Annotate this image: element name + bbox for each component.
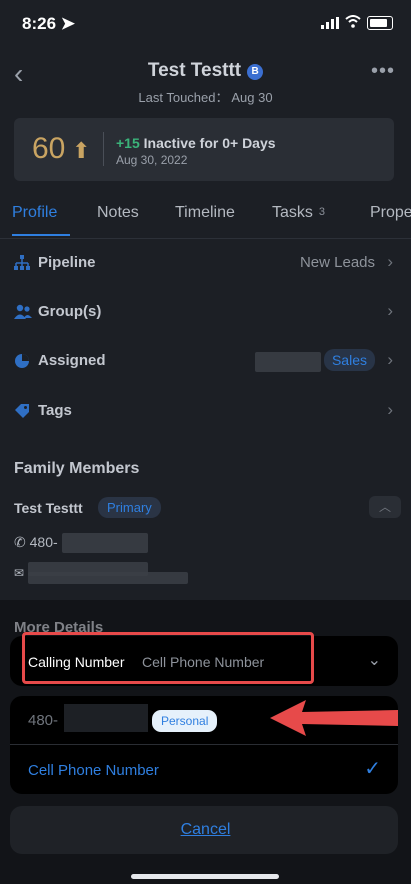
contact-name: Test Testtt B [0, 60, 411, 82]
groups-icon [14, 304, 32, 322]
lead-score: 60 [32, 132, 66, 165]
checkmark-icon: ✓ [364, 758, 381, 780]
option-personal-number[interactable]: 480- [28, 712, 58, 729]
divider [103, 132, 104, 166]
row-pipeline[interactable]: Pipeline New Leads › [0, 239, 411, 287]
mail-icon: ✉ [14, 566, 25, 580]
tags-label: Tags [38, 402, 72, 419]
chevron-up-icon[interactable]: ︿ [369, 496, 401, 518]
status-time: 8:26 ➤ [22, 14, 76, 33]
red-arrow-annotation [270, 700, 398, 736]
pipeline-label: Pipeline [38, 254, 96, 271]
tab-notes[interactable]: Notes [97, 204, 139, 222]
cancel-button[interactable]: Cancel [0, 821, 411, 839]
arrow-up-icon: ⬆ [72, 138, 91, 163]
tasks-count: 3 [318, 206, 326, 218]
family-phone[interactable]: ✆ 480- [14, 534, 58, 551]
score-date: Aug 30, 2022 [116, 153, 188, 167]
chevron-right-icon: › [387, 252, 393, 271]
tag-icon [14, 403, 32, 421]
divider [10, 744, 398, 745]
primary-badge: Primary [98, 497, 161, 518]
chevron-right-icon: › [387, 350, 393, 369]
redacted-phone [62, 533, 148, 553]
highlight-box [22, 632, 314, 684]
signal-icon [321, 17, 339, 29]
last-touched: Last Touched： Aug 30 [138, 90, 273, 105]
active-tab-indicator [12, 234, 70, 236]
tab-tasks[interactable]: Tasks 3 [272, 204, 325, 222]
personal-badge: Personal [152, 710, 218, 732]
family-email[interactable]: ✉ [14, 566, 24, 580]
family-member-name: Test Testtt [14, 500, 83, 516]
pipeline-value: New Leads [299, 254, 375, 271]
option-cell-phone[interactable]: Cell Phone Number [28, 762, 159, 779]
battery-icon [367, 16, 393, 30]
more-options-icon[interactable]: ••• [371, 60, 395, 83]
groups-label: Group(s) [38, 303, 102, 320]
redacted-email [28, 572, 188, 584]
assigned-team-tag: Sales [323, 349, 375, 371]
row-tags[interactable]: Tags › [0, 387, 411, 435]
score-delta: +15 Inactive for 0+ Days [116, 135, 276, 151]
pie-chart-icon [14, 353, 32, 371]
pipeline-icon [14, 255, 32, 273]
status-bar: 8:26 ➤ [0, 0, 411, 48]
assigned-label: Assigned [38, 352, 106, 369]
contact-badge: B [247, 64, 264, 80]
tab-timeline[interactable]: Timeline [175, 204, 235, 222]
home-indicator [131, 874, 279, 879]
wifi-icon [345, 15, 361, 28]
family-members-heading: Family Members [14, 460, 140, 477]
chevron-down-icon[interactable]: ⌄ [368, 650, 381, 670]
redacted-assignee [255, 352, 321, 372]
tab-profile[interactable]: Profile [12, 204, 57, 222]
phone-icon: ✆ [14, 534, 26, 550]
row-assigned[interactable]: Assigned Sales › [0, 337, 411, 385]
tab-properties[interactable]: Prope [370, 204, 411, 222]
score-card: 60 ⬆ +15 Inactive for 0+ Days Aug 30, 20… [14, 118, 394, 181]
location-icon: ➤ [60, 14, 76, 33]
redacted-phone [64, 704, 148, 732]
tab-bar: Profile Notes Timeline Tasks 3 Prope [0, 200, 411, 238]
chevron-right-icon: › [387, 301, 393, 320]
row-groups[interactable]: Group(s) › [0, 288, 411, 336]
chevron-right-icon: › [387, 400, 393, 419]
